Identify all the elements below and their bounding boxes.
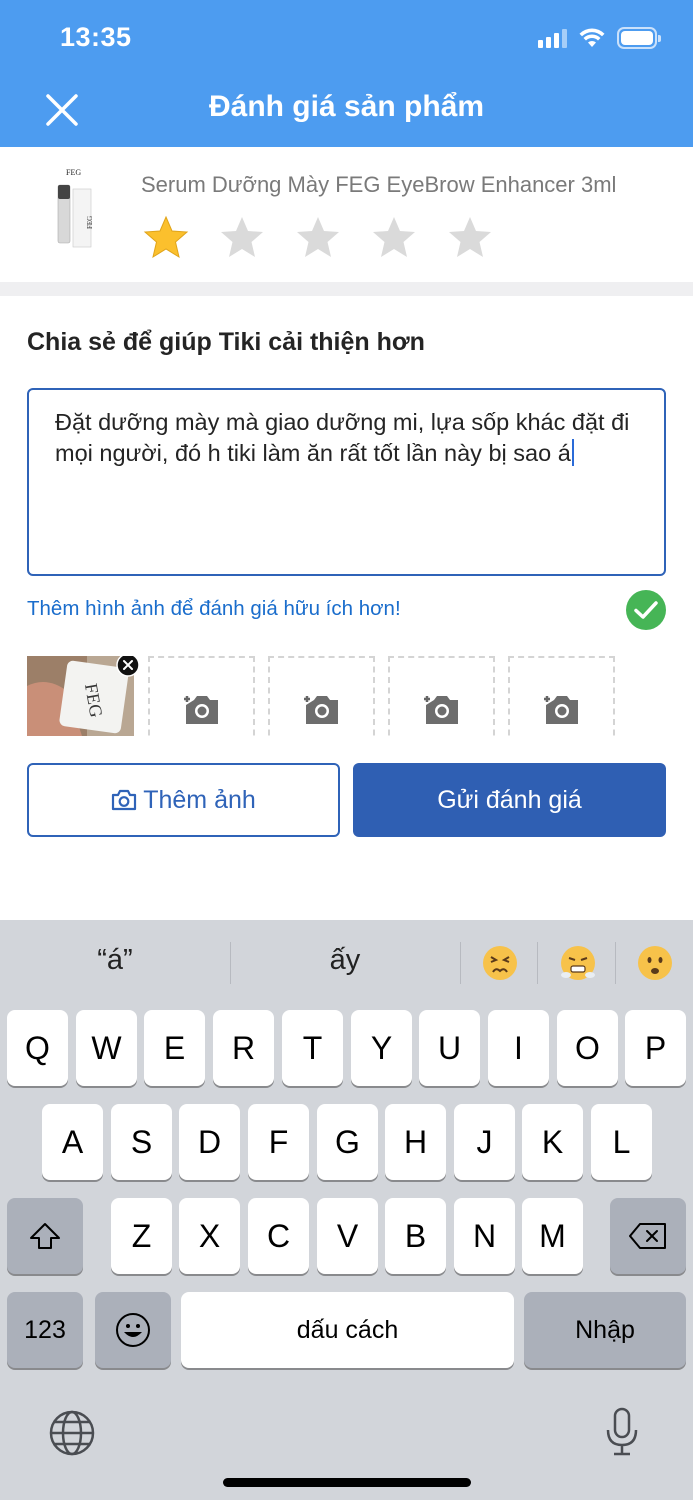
cellular-signal-icon <box>538 28 567 48</box>
photo-slot-1[interactable] <box>148 656 255 736</box>
add-photo-icon <box>183 696 218 724</box>
microphone-icon[interactable] <box>604 1406 640 1458</box>
globe-icon[interactable] <box>48 1409 96 1457</box>
key-y[interactable]: Y <box>351 1010 412 1086</box>
space-key[interactable]: dấu cách <box>181 1292 514 1368</box>
photo-hint: Thêm hình ảnh để đánh giá hữu ích hơn! <box>27 597 401 620</box>
key-s[interactable]: S <box>111 1104 172 1180</box>
key-h[interactable]: H <box>385 1104 446 1180</box>
svg-text:FEG: FEG <box>86 216 94 229</box>
shift-icon <box>30 1223 60 1249</box>
key-j[interactable]: J <box>454 1104 515 1180</box>
key-e[interactable]: E <box>144 1010 205 1086</box>
suggestion-2[interactable]: ấy <box>300 944 390 977</box>
emoji-key[interactable] <box>95 1292 171 1368</box>
keyboard: “á” ấy Q W E R T Y U I O P A S D F G H J… <box>0 920 693 1500</box>
key-i[interactable]: I <box>488 1010 549 1086</box>
frowning-face-icon[interactable] <box>637 945 673 981</box>
suggestion-divider <box>230 942 231 984</box>
submit-review-button[interactable]: Gửi đánh giá <box>353 763 666 837</box>
return-key[interactable]: Nhập <box>524 1292 686 1368</box>
suggestion-1[interactable]: “á” <box>70 944 160 977</box>
check-circle-icon <box>626 590 666 630</box>
suggestion-bar: “á” ấy <box>0 920 693 1008</box>
backspace-icon <box>629 1223 666 1249</box>
product-image: FEG FEG <box>57 168 94 248</box>
key-d[interactable]: D <box>179 1104 240 1180</box>
star-icon-5[interactable] <box>447 215 493 259</box>
section-divider <box>0 282 693 296</box>
key-g[interactable]: G <box>317 1104 378 1180</box>
home-indicator <box>223 1478 471 1487</box>
key-x[interactable]: X <box>179 1198 240 1274</box>
page-title: Đánh giá sản phẩm <box>208 90 485 123</box>
text-caret <box>571 439 574 466</box>
key-n[interactable]: N <box>454 1198 515 1274</box>
key-k[interactable]: K <box>522 1104 583 1180</box>
key-u[interactable]: U <box>419 1010 480 1086</box>
add-photo-icon <box>303 696 338 724</box>
photo-list: FEG <box>27 656 667 736</box>
key-q[interactable]: Q <box>7 1010 68 1086</box>
review-text-input[interactable]: Đặt dưỡng mày mà giao dưỡng mi, lựa sốp … <box>27 388 666 576</box>
emoji-icon <box>116 1313 150 1347</box>
key-a[interactable]: A <box>42 1104 103 1180</box>
star-icon-2[interactable] <box>219 215 265 259</box>
star-icon-4[interactable] <box>371 215 417 259</box>
key-c[interactable]: C <box>248 1198 309 1274</box>
review-section-title: Chia sẻ để giúp Tiki cải thiện hơn <box>27 328 425 356</box>
app-header: 13:35 Đánh giá sản phẩm <box>0 0 693 147</box>
key-p[interactable]: P <box>625 1010 686 1086</box>
key-r[interactable]: R <box>213 1010 274 1086</box>
review-text: Đặt dưỡng mày mà giao dưỡng mi, lựa sốp … <box>55 409 630 466</box>
shift-key[interactable] <box>7 1198 83 1274</box>
add-photo-icon <box>543 696 578 724</box>
photo-slot-4[interactable] <box>508 656 615 736</box>
star-icon-3[interactable] <box>295 215 341 259</box>
status-time: 13:35 <box>60 22 132 52</box>
key-w[interactable]: W <box>76 1010 137 1086</box>
svg-text:FEG: FEG <box>66 168 81 177</box>
photo-slot-3[interactable] <box>388 656 495 736</box>
submit-review-label: Gửi đánh giá <box>437 785 582 814</box>
key-v[interactable]: V <box>317 1198 378 1274</box>
suggestion-divider <box>537 942 538 984</box>
remove-photo-icon[interactable] <box>116 656 140 677</box>
key-b[interactable]: B <box>385 1198 446 1274</box>
key-f[interactable]: F <box>248 1104 309 1180</box>
add-photo-icon <box>423 696 458 724</box>
star-icon-1[interactable] <box>143 215 189 259</box>
camera-icon <box>112 789 137 811</box>
key-z[interactable]: Z <box>111 1198 172 1274</box>
key-l[interactable]: L <box>591 1104 652 1180</box>
backspace-key[interactable] <box>610 1198 686 1274</box>
suggestion-divider <box>460 942 461 984</box>
photo-slot-2[interactable] <box>268 656 375 736</box>
add-photo-button[interactable]: Thêm ảnh <box>27 763 340 837</box>
numbers-key[interactable]: 123 <box>7 1292 83 1368</box>
product-summary: FEG FEG Serum Dưỡng Mày FEG EyeBrow Enha… <box>0 147 693 282</box>
persevering-face-icon[interactable] <box>482 945 518 981</box>
add-photo-label: Thêm ảnh <box>143 785 256 814</box>
face-with-steam-icon[interactable] <box>560 945 596 981</box>
key-t[interactable]: T <box>282 1010 343 1086</box>
status-icons <box>538 26 661 50</box>
product-name: Serum Dưỡng Mày FEG EyeBrow Enhancer 3ml <box>141 172 617 197</box>
battery-icon <box>617 27 661 49</box>
rating-stars[interactable] <box>143 215 493 259</box>
key-m[interactable]: M <box>522 1198 583 1274</box>
wifi-icon <box>579 28 605 47</box>
key-o[interactable]: O <box>557 1010 618 1086</box>
suggestion-divider <box>615 942 616 984</box>
